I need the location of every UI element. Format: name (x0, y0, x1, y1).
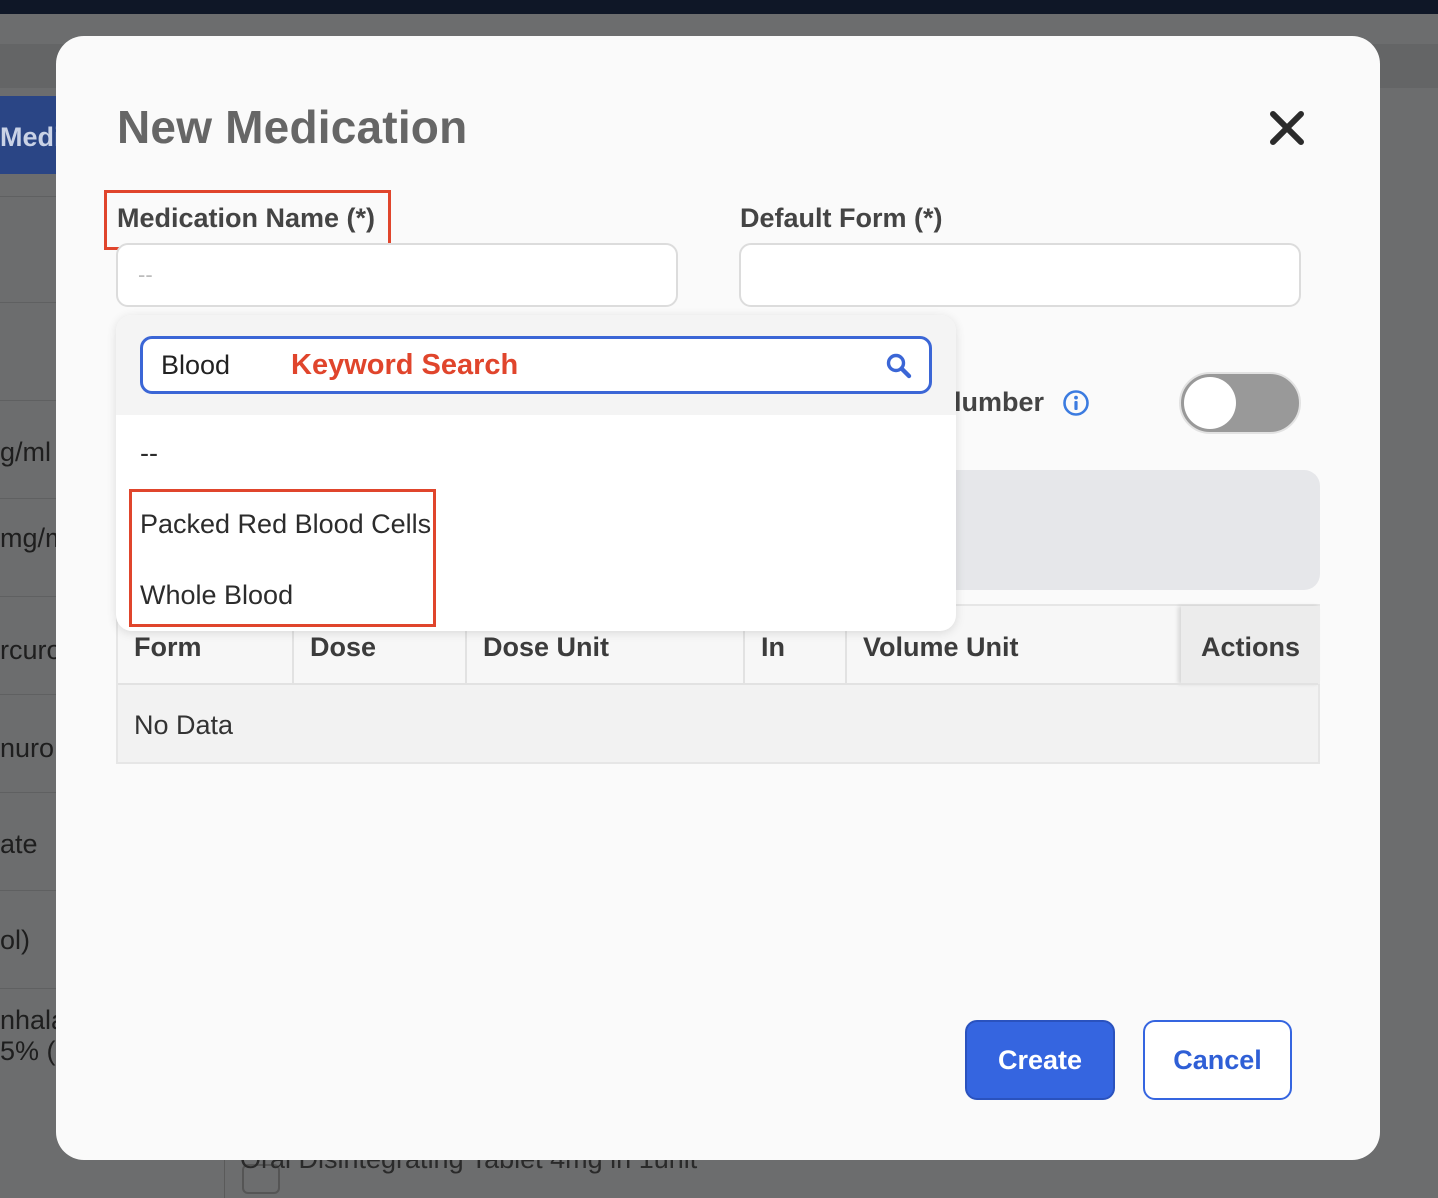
top-bar (0, 0, 1438, 14)
background-row: ate (0, 792, 62, 890)
default-form-label: Default Form (*) (740, 203, 943, 233)
background-row: rcuro (0, 596, 62, 694)
default-form-input[interactable] (739, 243, 1301, 307)
background-row: nhala (0, 988, 62, 1038)
close-icon[interactable] (1268, 109, 1306, 147)
modal-title: New Medication (117, 101, 468, 153)
number-toggle[interactable] (1179, 372, 1301, 434)
background-row (0, 196, 62, 292)
create-button[interactable]: Create (965, 1020, 1115, 1100)
cancel-button[interactable]: Cancel (1143, 1020, 1292, 1100)
background-row: 5% (F (0, 1036, 62, 1066)
table-empty-text: No Data (134, 710, 234, 740)
medication-name-input[interactable] (116, 243, 678, 307)
new-medication-modal: New Medication Medication Name (*) Defau… (56, 36, 1380, 1160)
annotation-highlight-label (104, 190, 391, 250)
number-field-label: lumber (954, 387, 1045, 417)
search-icon[interactable] (885, 352, 913, 380)
table-divider (118, 683, 1318, 685)
background-row (0, 302, 62, 400)
info-panel (936, 470, 1320, 590)
background-button: Medi (0, 96, 62, 174)
background-row: g/ml ( (0, 400, 62, 498)
dropdown-search-area: Keyword Search (116, 315, 956, 415)
search-box (140, 336, 932, 394)
dropdown-option-empty[interactable]: -- (140, 438, 158, 469)
annotation-highlight-options (129, 489, 436, 627)
keyword-search-annotation: Keyword Search (291, 349, 519, 381)
background-row: mg/m (0, 498, 62, 596)
background-row: nuro (0, 694, 62, 792)
toggle-knob (1184, 377, 1236, 429)
column-header-actions: Actions (1181, 606, 1320, 684)
info-icon[interactable] (1062, 389, 1090, 417)
background-row: ol) (0, 890, 62, 988)
